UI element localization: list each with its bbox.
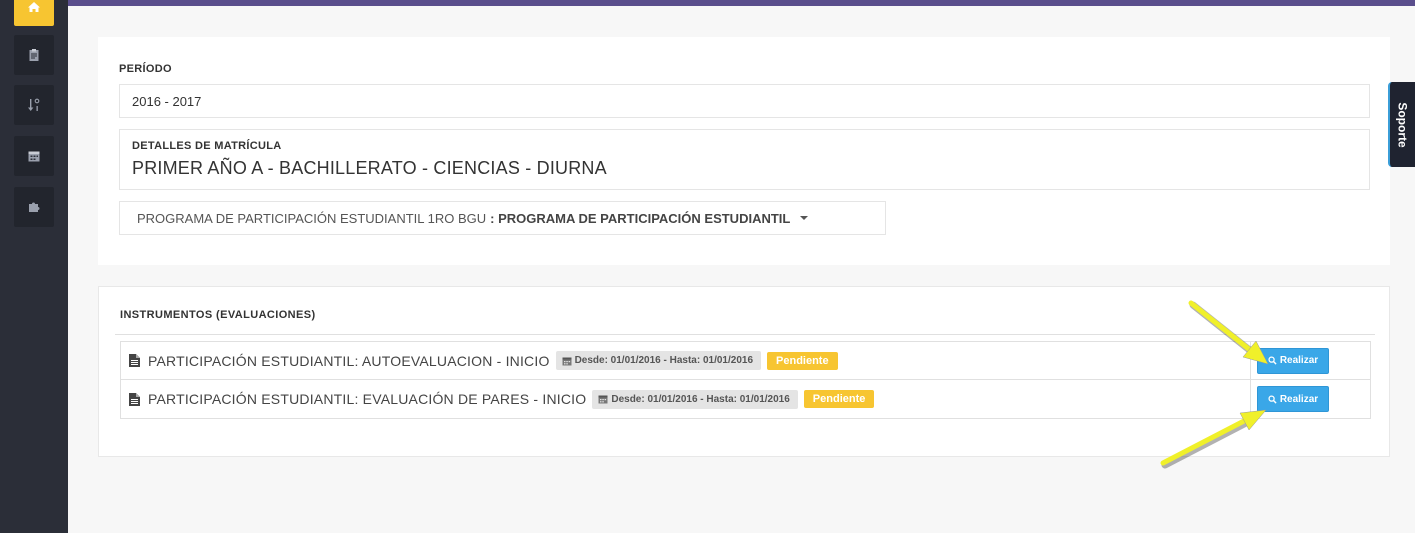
realizar-button[interactable]: Realizar bbox=[1257, 386, 1329, 412]
soporte-tab[interactable]: Soporte bbox=[1388, 82, 1415, 167]
clipboard-icon bbox=[29, 49, 39, 61]
sidebar bbox=[0, 0, 68, 533]
sidebar-item-clipboard[interactable] bbox=[14, 35, 54, 75]
search-icon bbox=[1268, 394, 1277, 404]
matricula-field: DETALLES DE MATRÍCULA PRIMER AÑO A - BAC… bbox=[119, 129, 1370, 190]
realizar-label: Realizar bbox=[1279, 355, 1319, 366]
sidebar-item-sort[interactable] bbox=[14, 85, 54, 125]
instrument-title[interactable]: PARTICIPACIÓN ESTUDIANTIL: EVALUACIÓN DE… bbox=[148, 391, 586, 407]
home-icon bbox=[28, 2, 40, 12]
matricula-label: DETALLES DE MATRÍCULA bbox=[132, 140, 282, 152]
calendar-icon bbox=[562, 357, 572, 365]
instrument-title[interactable]: PARTICIPACIÓN ESTUDIANTIL: AUTOEVALUACIO… bbox=[148, 353, 550, 369]
realizar-button[interactable]: Realizar bbox=[1257, 347, 1329, 374]
chevron-down-icon bbox=[800, 216, 809, 220]
top-bar bbox=[68, 0, 1415, 6]
document-icon bbox=[129, 392, 140, 406]
realizar-label: Realizar bbox=[1279, 393, 1319, 405]
programa-dropdown[interactable]: PROGRAMA DE PARTICIPACIÓN ESTUDIANTIL 1R… bbox=[119, 201, 886, 235]
periodo-field: 2016 - 2017 bbox=[119, 84, 1370, 118]
matricula-value: PRIMER AÑO A - BACHILLERATO - CIENCIAS -… bbox=[132, 158, 607, 178]
date-range-badge: Desde: 01/01/2016 - Hasta: 01/01/2016 bbox=[555, 351, 762, 370]
row-main-cell: PARTICIPACIÓN ESTUDIANTIL: EVALUACIÓN DE… bbox=[121, 380, 1250, 418]
row-main-cell: PARTICIPACIÓN ESTUDIANTIL: AUTOEVALUACIO… bbox=[121, 342, 1250, 379]
divider bbox=[115, 334, 1375, 335]
status-badge: Pendiente bbox=[803, 390, 875, 408]
enrollment-panel: PERÍODO 2016 - 2017 DETALLES DE MATRÍCUL… bbox=[98, 37, 1390, 265]
row-action-cell: Realizar bbox=[1250, 380, 1370, 418]
sidebar-item-calendar[interactable] bbox=[14, 136, 54, 176]
date-range-text: Desde: 01/01/2016 - Hasta: 01/01/2016 bbox=[574, 355, 754, 366]
table-row: PARTICIPACIÓN ESTUDIANTIL: EVALUACIÓN DE… bbox=[121, 380, 1370, 418]
status-badge: Pendiente bbox=[767, 351, 838, 370]
programa-prefix: PROGRAMA DE PARTICIPACIÓN ESTUDIANTIL 1R… bbox=[137, 210, 487, 226]
date-range-badge: Desde: 01/01/2016 - Hasta: 01/01/2016 bbox=[592, 389, 798, 409]
periodo-label: PERÍODO bbox=[119, 63, 172, 75]
soporte-label: Soporte bbox=[1395, 101, 1410, 148]
instrumentos-title: INSTRUMENTOS (EVALUACIONES) bbox=[120, 309, 316, 321]
calendar-icon bbox=[28, 151, 40, 162]
instrumentos-panel: INSTRUMENTOS (EVALUACIONES) PARTICIPACIÓ… bbox=[98, 286, 1390, 457]
document-icon bbox=[129, 354, 140, 367]
calendar-icon bbox=[598, 395, 608, 404]
sort-numeric-icon bbox=[28, 98, 40, 111]
table-row: PARTICIPACIÓN ESTUDIANTIL: AUTOEVALUACIO… bbox=[121, 342, 1370, 380]
date-range-text: Desde: 01/01/2016 - Hasta: 01/01/2016 bbox=[611, 393, 790, 405]
sidebar-item-puzzle[interactable] bbox=[14, 187, 54, 227]
programa-selected: : PROGRAMA DE PARTICIPACIÓN ESTUDIANTIL bbox=[490, 210, 791, 226]
instrumentos-table: PARTICIPACIÓN ESTUDIANTIL: AUTOEVALUACIO… bbox=[120, 341, 1371, 419]
sidebar-item-home[interactable] bbox=[14, 0, 54, 26]
search-icon bbox=[1268, 356, 1277, 365]
row-action-cell: Realizar bbox=[1250, 342, 1370, 379]
puzzle-icon bbox=[29, 202, 40, 212]
